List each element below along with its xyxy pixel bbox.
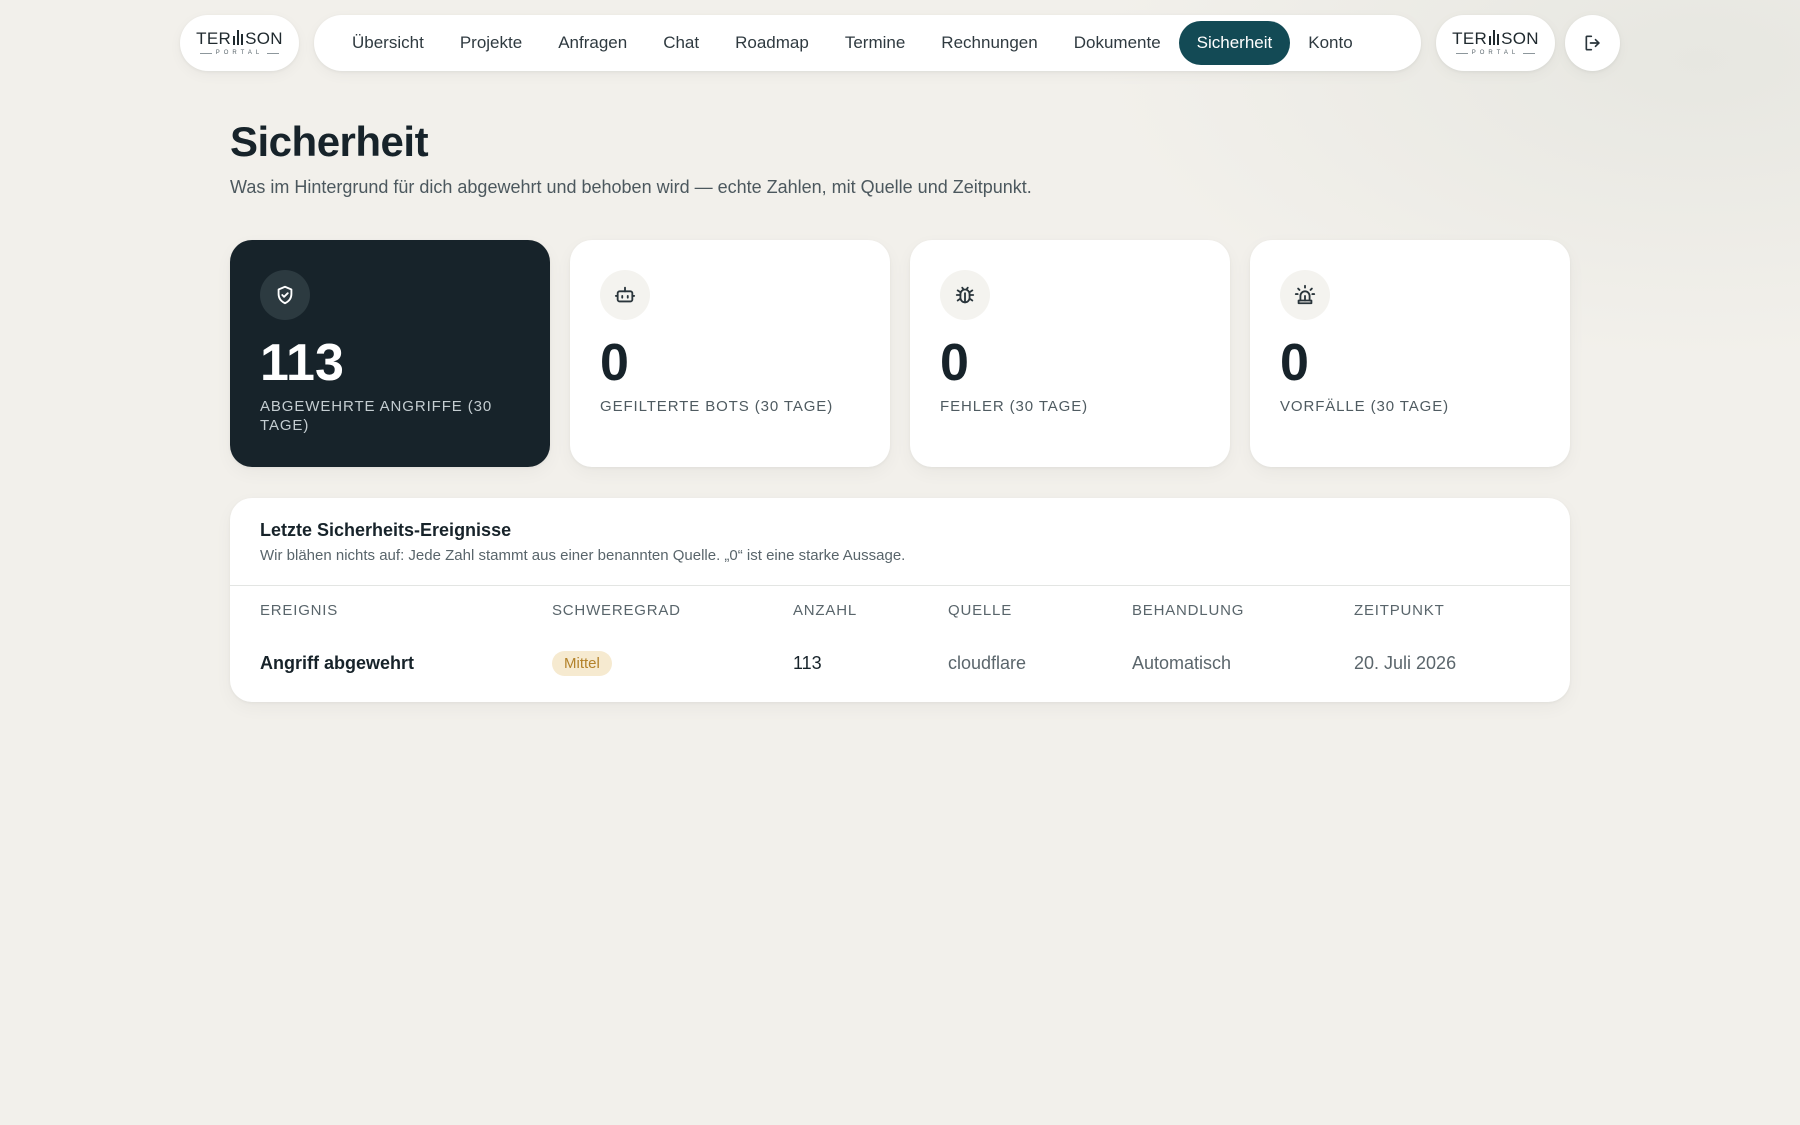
brand-logo-left[interactable]: TER SON PORTAL — [180, 15, 299, 71]
table-row[interactable]: Angriff abgewehrt Mittel 113 cloudflare … — [230, 634, 1570, 692]
nav-item-rechnungen[interactable]: Rechnungen — [923, 21, 1055, 65]
top-bar: TER SON PORTAL Übersicht Projekte Anfrag… — [0, 15, 1800, 71]
logo-text-left: TER — [1452, 29, 1488, 48]
events-description: Wir blähen nichts auf: Jede Zahl stammt … — [260, 547, 906, 564]
nav-item-dokumente[interactable]: Dokumente — [1056, 21, 1179, 65]
events-header: Letzte Sicherheits-Ereignisse Wir blähen… — [230, 498, 1570, 586]
nav-item-konto[interactable]: Konto — [1290, 21, 1370, 65]
events-title: Letzte Sicherheits-Ereignisse — [260, 520, 512, 540]
stat-label: FEHLER (30 TAGE) — [940, 397, 1089, 415]
nav-item-roadmap[interactable]: Roadmap — [717, 21, 827, 65]
stat-value: 113 — [260, 334, 344, 392]
cell-severity: Mittel — [552, 634, 612, 692]
brand-logo-right[interactable]: TER SON PORTAL — [1436, 15, 1555, 71]
nav-item-chat[interactable]: Chat — [645, 21, 717, 65]
logo-bars-icon — [233, 30, 244, 45]
stat-label: ABGEWEHRTE ANGRIFFE (30 TAGE) — [260, 397, 493, 435]
cell-source: cloudflare — [948, 652, 1027, 673]
table-header-row: EREIGNIS SCHWEREGRAD ANZAHL QUELLE BEHAN… — [230, 586, 1570, 634]
column-header-zeitpunkt[interactable]: ZEITPUNKT — [1354, 586, 1445, 634]
cell-handling: Automatisch — [1132, 652, 1232, 673]
security-events-panel: Letzte Sicherheits-Ereignisse Wir blähen… — [230, 498, 1570, 702]
stat-card-bots: 0 GEFILTERTE BOTS (30 TAGE) — [570, 240, 890, 467]
logo-text-left: TER — [196, 29, 232, 48]
stat-label: GEFILTERTE BOTS (30 TAGE) — [600, 397, 834, 415]
stat-cards: 113 ABGEWEHRTE ANGRIFFE (30 TAGE) 0 GEFI… — [230, 240, 1570, 467]
shield-check-icon — [260, 270, 310, 320]
nav-item-sicherheit[interactable]: Sicherheit — [1178, 21, 1291, 65]
page-title: Sicherheit — [230, 118, 429, 165]
logout-icon — [1585, 35, 1600, 51]
cell-time: 20. Juli 2026 — [1354, 652, 1457, 673]
page-subtitle: Was im Hintergrund für dich abgewehrt un… — [230, 177, 1032, 197]
logo-text-right: SON — [1501, 29, 1539, 48]
main-nav: Übersicht Projekte Anfragen Chat Roadmap… — [314, 15, 1421, 71]
stat-value: 0 — [1280, 334, 1309, 392]
nav-item-anfragen[interactable]: Anfragen — [540, 21, 645, 65]
stat-card-attacks: 113 ABGEWEHRTE ANGRIFFE (30 TAGE) — [230, 240, 550, 467]
cell-count: 113 — [793, 652, 822, 673]
stat-value: 0 — [600, 334, 629, 392]
stat-value: 0 — [940, 334, 969, 392]
stat-label: VORFÄLLE (30 TAGE) — [1280, 397, 1450, 415]
nav-item-uebersicht[interactable]: Übersicht — [334, 21, 442, 65]
column-header-quelle[interactable]: QUELLE — [948, 586, 1012, 634]
logo-bars-icon — [1489, 30, 1500, 45]
stat-card-incidents: 0 VORFÄLLE (30 TAGE) — [1250, 240, 1570, 467]
logo: TER SON PORTAL — [196, 30, 283, 56]
column-header-behandlung[interactable]: BEHANDLUNG — [1132, 586, 1244, 634]
nav-item-termine[interactable]: Termine — [827, 21, 923, 65]
cell-event: Angriff abgewehrt — [260, 652, 415, 673]
bot-icon — [600, 270, 650, 320]
stat-card-errors: 0 FEHLER (30 TAGE) — [910, 240, 1230, 467]
logo-subtitle: PORTAL — [200, 50, 279, 56]
logo: TER SON PORTAL — [1452, 30, 1539, 56]
logo-subtitle: PORTAL — [1456, 50, 1535, 56]
siren-icon — [1280, 270, 1330, 320]
column-header-schweregrad[interactable]: SCHWEREGRAD — [552, 586, 681, 634]
events-table: EREIGNIS SCHWEREGRAD ANZAHL QUELLE BEHAN… — [230, 586, 1570, 692]
bug-icon — [940, 270, 990, 320]
logo-text-right: SON — [245, 29, 283, 48]
column-header-anzahl[interactable]: ANZAHL — [793, 586, 857, 634]
nav-item-projekte[interactable]: Projekte — [442, 21, 540, 65]
severity-badge: Mittel — [552, 650, 612, 676]
logout-button[interactable] — [1565, 15, 1620, 71]
column-header-ereignis[interactable]: EREIGNIS — [260, 586, 338, 634]
